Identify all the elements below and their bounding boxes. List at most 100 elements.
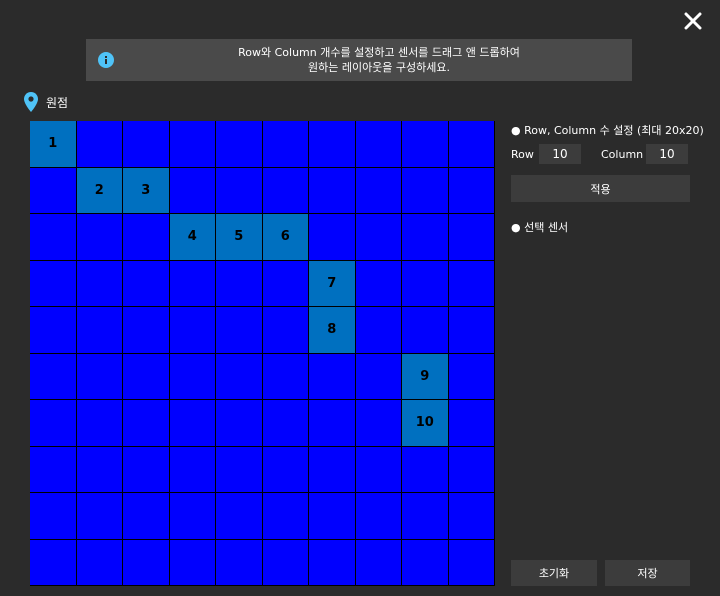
grid-cell[interactable] xyxy=(216,307,263,354)
grid-cell[interactable] xyxy=(355,539,402,586)
grid-cell[interactable] xyxy=(355,493,402,540)
sensor-cell-2[interactable]: 2 xyxy=(76,167,123,214)
grid-cell[interactable] xyxy=(123,493,170,540)
grid-cell[interactable] xyxy=(402,167,449,214)
grid-cell[interactable] xyxy=(402,214,449,261)
grid-cell[interactable] xyxy=(448,539,495,586)
grid-cell[interactable] xyxy=(448,353,495,400)
grid-cell[interactable] xyxy=(169,539,216,586)
grid-cell[interactable] xyxy=(76,260,123,307)
grid-cell[interactable] xyxy=(123,353,170,400)
grid-cell[interactable] xyxy=(402,539,449,586)
grid-cell[interactable] xyxy=(76,214,123,261)
grid-cell[interactable] xyxy=(30,260,77,307)
grid-cell[interactable] xyxy=(30,539,77,586)
row-count-input[interactable] xyxy=(539,144,581,164)
grid-cell[interactable] xyxy=(309,400,356,447)
grid-cell[interactable] xyxy=(216,260,263,307)
sensor-cell-6[interactable]: 6 xyxy=(262,214,309,261)
grid-cell[interactable] xyxy=(262,493,309,540)
grid-cell[interactable] xyxy=(355,121,402,168)
grid-cell[interactable] xyxy=(262,446,309,493)
grid-cell[interactable] xyxy=(76,307,123,354)
grid-cell[interactable] xyxy=(76,493,123,540)
reset-button[interactable]: 초기화 xyxy=(511,560,597,586)
grid-cell[interactable] xyxy=(123,539,170,586)
grid-cell[interactable] xyxy=(262,260,309,307)
grid-cell[interactable] xyxy=(309,214,356,261)
grid-cell[interactable] xyxy=(448,307,495,354)
sensor-cell-7[interactable]: 7 xyxy=(309,260,356,307)
grid-cell[interactable] xyxy=(309,121,356,168)
grid-cell[interactable] xyxy=(355,400,402,447)
grid-cell[interactable] xyxy=(169,167,216,214)
grid-cell[interactable] xyxy=(309,446,356,493)
grid-cell[interactable] xyxy=(355,167,402,214)
grid-cell[interactable] xyxy=(216,167,263,214)
grid-cell[interactable] xyxy=(169,307,216,354)
grid-cell[interactable] xyxy=(402,446,449,493)
grid-cell[interactable] xyxy=(123,446,170,493)
grid-cell[interactable] xyxy=(448,121,495,168)
grid-cell[interactable] xyxy=(30,400,77,447)
grid-cell[interactable] xyxy=(262,307,309,354)
grid-cell[interactable] xyxy=(402,260,449,307)
grid-cell[interactable] xyxy=(448,260,495,307)
grid-cell[interactable] xyxy=(123,214,170,261)
grid-cell[interactable] xyxy=(123,260,170,307)
sensor-cell-5[interactable]: 5 xyxy=(216,214,263,261)
grid-cell[interactable] xyxy=(123,400,170,447)
grid-cell[interactable] xyxy=(169,493,216,540)
grid-cell[interactable] xyxy=(355,260,402,307)
grid-cell[interactable] xyxy=(216,493,263,540)
sensor-cell-4[interactable]: 4 xyxy=(169,214,216,261)
apply-button[interactable]: 적용 xyxy=(511,175,690,202)
column-count-input[interactable] xyxy=(646,144,688,164)
grid-cell[interactable] xyxy=(169,446,216,493)
grid-cell[interactable] xyxy=(309,167,356,214)
grid-cell[interactable] xyxy=(355,446,402,493)
grid-cell[interactable] xyxy=(309,353,356,400)
sensor-cell-9[interactable]: 9 xyxy=(402,353,449,400)
grid-cell[interactable] xyxy=(309,539,356,586)
grid-cell[interactable] xyxy=(402,307,449,354)
grid-cell[interactable] xyxy=(216,353,263,400)
close-button[interactable] xyxy=(680,8,706,34)
grid-cell[interactable] xyxy=(76,353,123,400)
save-button[interactable]: 저장 xyxy=(605,560,690,586)
grid-cell[interactable] xyxy=(76,446,123,493)
grid-cell[interactable] xyxy=(76,539,123,586)
grid-cell[interactable] xyxy=(402,121,449,168)
grid-cell[interactable] xyxy=(216,400,263,447)
grid-cell[interactable] xyxy=(402,493,449,540)
grid-cell[interactable] xyxy=(30,446,77,493)
grid-cell[interactable] xyxy=(216,446,263,493)
grid-cell[interactable] xyxy=(355,353,402,400)
grid-cell[interactable] xyxy=(169,260,216,307)
grid-cell[interactable] xyxy=(309,493,356,540)
grid-cell[interactable] xyxy=(448,493,495,540)
grid-cell[interactable] xyxy=(262,353,309,400)
sensor-cell-3[interactable]: 3 xyxy=(123,167,170,214)
grid-cell[interactable] xyxy=(262,400,309,447)
grid-cell[interactable] xyxy=(30,214,77,261)
grid-cell[interactable] xyxy=(262,167,309,214)
grid-cell[interactable] xyxy=(262,539,309,586)
grid-cell[interactable] xyxy=(448,214,495,261)
grid-cell[interactable] xyxy=(123,121,170,168)
grid-cell[interactable] xyxy=(355,214,402,261)
sensor-cell-10[interactable]: 10 xyxy=(402,400,449,447)
grid-cell[interactable] xyxy=(448,400,495,447)
grid-cell[interactable] xyxy=(30,353,77,400)
grid-cell[interactable] xyxy=(30,167,77,214)
sensor-cell-1[interactable]: 1 xyxy=(30,121,77,168)
grid-cell[interactable] xyxy=(216,121,263,168)
grid-cell[interactable] xyxy=(216,539,263,586)
grid-cell[interactable] xyxy=(76,400,123,447)
sensor-layout-grid[interactable]: 1 2 3 4 5 6 7 8 9 10 xyxy=(30,121,495,586)
sensor-cell-8[interactable]: 8 xyxy=(309,307,356,354)
grid-cell[interactable] xyxy=(169,353,216,400)
grid-cell[interactable] xyxy=(76,121,123,168)
grid-cell[interactable] xyxy=(169,400,216,447)
grid-cell[interactable] xyxy=(169,121,216,168)
